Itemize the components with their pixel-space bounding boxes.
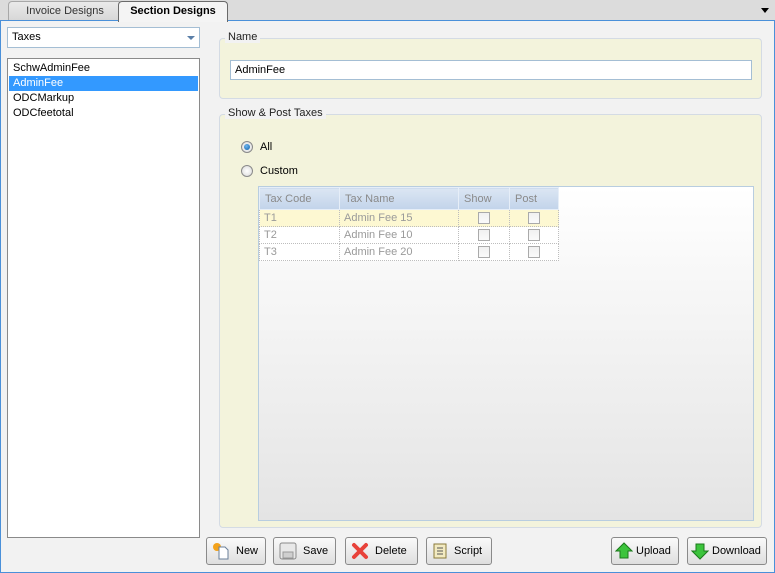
taxes-group-title: Show & Post Taxes: [225, 107, 326, 119]
sections-list[interactable]: SchwAdminFee AdminFee ODCMarkup ODCfeeto…: [7, 58, 200, 538]
list-item[interactable]: ODCMarkup: [9, 91, 198, 106]
taxes-grid[interactable]: Tax Code Tax Name Show Post T1 Admin Fee…: [258, 186, 754, 521]
tax-name-cell: Admin Fee 15: [339, 209, 459, 227]
post-checkbox[interactable]: [528, 229, 540, 242]
tax-code-cell: T1: [259, 209, 340, 227]
tab-invoice-designs[interactable]: Invoice Designs: [8, 1, 122, 21]
list-item[interactable]: SchwAdminFee: [9, 61, 198, 76]
tax-name-cell: Admin Fee 20: [339, 243, 459, 261]
post-checkbox[interactable]: [528, 246, 540, 259]
download-button[interactable]: Download: [687, 537, 767, 565]
chevron-down-icon: [187, 36, 195, 40]
download-arrow-icon: [691, 543, 709, 560]
script-button-label: Script: [454, 545, 483, 557]
new-document-icon: [213, 543, 229, 560]
radio-all-label: All: [260, 141, 273, 153]
upload-arrow-icon: [615, 542, 633, 559]
table-row[interactable]: T2 Admin Fee 10: [259, 226, 559, 244]
new-button-label: New: [236, 545, 259, 557]
show-checkbox[interactable]: [478, 246, 490, 259]
tab-strip: Invoice Designs Section Designs: [0, 0, 775, 22]
delete-x-icon: [352, 543, 368, 559]
section-type-dropdown[interactable]: Taxes: [7, 27, 200, 48]
name-group: Name AdminFee: [219, 31, 762, 99]
script-button[interactable]: Script: [426, 537, 492, 565]
tax-code-cell: T3: [259, 243, 340, 261]
save-button-label: Save: [303, 545, 329, 557]
radio-custom-label: Custom: [260, 165, 298, 177]
dropdown-button[interactable]: [182, 28, 199, 47]
save-disk-icon: [279, 542, 297, 560]
grid-header-row: Tax Code Tax Name Show Post: [259, 187, 559, 210]
show-checkbox[interactable]: [478, 212, 490, 225]
show-checkbox[interactable]: [478, 229, 490, 242]
name-input[interactable]: AdminFee: [230, 60, 752, 80]
delete-button-label: Delete: [375, 545, 407, 557]
post-checkbox[interactable]: [528, 212, 540, 225]
upload-button-label: Upload: [636, 545, 671, 557]
table-row[interactable]: T3 Admin Fee 20: [259, 243, 559, 261]
list-item[interactable]: ODCfeetotal: [9, 106, 198, 121]
radio-custom[interactable]: Custom: [241, 164, 298, 178]
table-row[interactable]: T1 Admin Fee 15: [259, 209, 559, 227]
tax-name-cell: Admin Fee 10: [339, 226, 459, 244]
script-scroll-icon: [433, 543, 447, 559]
section-type-value: Taxes: [12, 31, 41, 43]
tab-list-dropdown-icon[interactable]: [761, 8, 769, 13]
list-item[interactable]: AdminFee: [9, 76, 198, 91]
tab-section-designs[interactable]: Section Designs: [118, 1, 228, 22]
column-header-post[interactable]: Post: [509, 187, 559, 210]
name-group-title: Name: [225, 31, 261, 43]
radio-button-checked[interactable]: [241, 141, 253, 153]
radio-button-unchecked[interactable]: [241, 165, 253, 177]
column-header-tax-name[interactable]: Tax Name: [339, 187, 459, 210]
column-header-tax-code[interactable]: Tax Code: [259, 187, 340, 210]
tax-code-cell: T2: [259, 226, 340, 244]
save-button[interactable]: Save: [273, 537, 336, 565]
new-button[interactable]: New: [206, 537, 266, 565]
show-post-taxes-group: Show & Post Taxes All Custom Tax Code Ta…: [219, 107, 762, 528]
upload-button[interactable]: Upload: [611, 537, 679, 565]
delete-button[interactable]: Delete: [345, 537, 418, 565]
column-header-show[interactable]: Show: [458, 187, 510, 210]
download-button-label: Download: [712, 545, 761, 557]
radio-all[interactable]: All: [241, 140, 272, 154]
